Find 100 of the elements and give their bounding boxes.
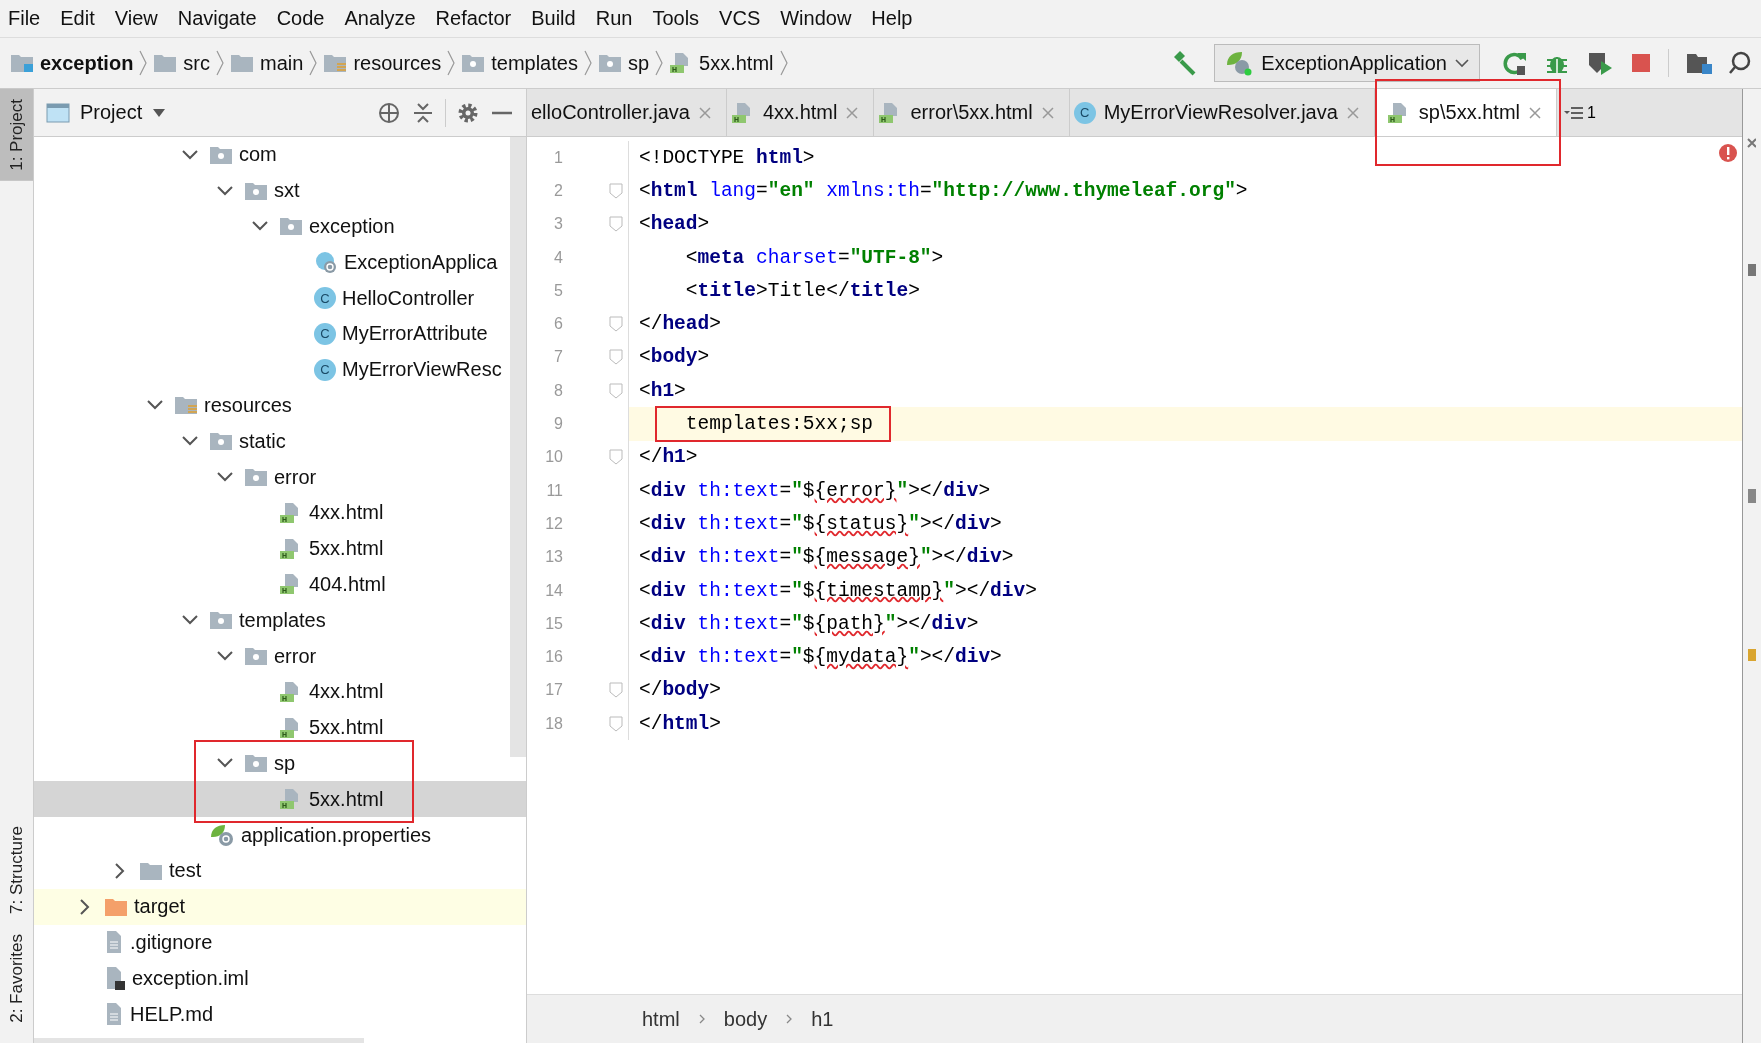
window-icon [46,102,70,123]
breadcrumb-item[interactable]: src [153,51,211,75]
menu-item[interactable]: Run [595,7,633,30]
breadcrumb-item[interactable]: h1 [811,1007,834,1031]
breadcrumb-item[interactable]: templates [461,51,578,75]
tree-item[interactable]: ExceptionApplica [34,244,509,281]
breadcrumb-item[interactable]: html [642,1007,680,1031]
editor-tab[interactable]: sp\5xx.html [1374,89,1557,136]
chevron-icon [138,49,149,77]
menu-item[interactable]: Refactor [435,7,512,30]
line-number: 2 [553,181,563,200]
tree-item[interactable]: exception.iml [34,960,509,997]
tree-item[interactable]: .gitignore [34,924,509,961]
package-folder-icon [209,431,233,452]
panel-title[interactable]: Project [80,101,143,124]
breadcrumb-item[interactable]: 5xx.html [669,51,774,75]
tree-item[interactable]: 5xx.html [34,709,509,746]
module-file-icon [104,966,126,991]
tree-item[interactable]: com [34,137,509,173]
tree-item[interactable]: 5xx.html [34,530,509,567]
package-folder-icon [244,180,268,201]
menu-item[interactable]: Navigate [177,7,257,30]
tree-item[interactable]: 404.html [34,566,509,603]
line-number: 14 [544,581,563,600]
tree-item[interactable]: target [34,888,526,925]
tree-item[interactable]: exception [34,208,509,245]
error-icon[interactable] [1718,143,1738,163]
code-line: <div th:text="${mydata}"></div> [638,646,1002,669]
rerun-icon[interactable] [1502,50,1528,76]
tool-window-button[interactable]: 2: Favorites [0,924,33,1033]
tree-item[interactable]: test [34,852,509,889]
tool-window-button[interactable]: 1: Project [0,89,33,181]
stop-icon[interactable] [1630,52,1652,74]
tree-item[interactable]: sp [34,745,509,782]
list-icon [1563,105,1585,120]
menu-item[interactable]: Edit [60,7,95,30]
chevron-icon [697,1013,706,1025]
scrollbar[interactable] [34,1038,364,1043]
tree-item[interactable]: HELP.md [34,996,509,1032]
fold-marker-icon[interactable] [608,715,624,732]
fold-marker-icon[interactable] [608,349,624,366]
text-file-icon [104,930,124,955]
menu-item[interactable]: Analyze [344,7,416,30]
class-icon: C [1073,101,1096,124]
menu-item[interactable]: View [114,7,158,30]
run-config-dropdown[interactable]: ExceptionApplication [1214,44,1480,82]
line-number: 7 [553,348,563,367]
code-line: <html lang="en" xmlns:th="http://www.thymeleaf.org"> [638,179,1248,202]
scrollbar[interactable] [510,137,526,757]
close-icon[interactable] [1528,105,1542,120]
menu-item[interactable]: Help [871,7,913,30]
line-number: 9 [553,415,563,433]
menu-item[interactable]: VCS [719,7,761,30]
folder-icon [139,860,163,881]
tree-item[interactable]: templates [34,602,509,639]
line-number: 6 [553,315,563,334]
collapse-all-icon[interactable] [411,100,435,125]
package-folder-icon [597,53,622,73]
code-line: <title>Title</title> [684,279,920,302]
fold-marker-icon[interactable] [608,682,624,699]
menu-item[interactable]: Tools [652,7,700,30]
coverage-icon[interactable] [1586,50,1614,76]
code-line: <div th:text="${timestamp}"></div> [638,579,1037,602]
breadcrumb-item[interactable]: resources [323,51,442,75]
line-number: 17 [544,681,563,700]
menu-item[interactable]: Window [780,7,852,30]
caret-icon[interactable] [152,107,167,118]
menu-item[interactable]: File [8,7,41,30]
breadcrumb-item[interactable]: sp [597,51,650,75]
menu-item[interactable]: Code [276,7,325,30]
tree-item[interactable]: C MyErrorAttribute [34,316,509,352]
breadcrumb-item[interactable]: main [230,51,304,75]
tree-item[interactable]: application.properties [34,817,509,853]
tree-item[interactable]: resources [34,387,509,424]
line-number: 18 [544,714,563,733]
fold-marker-icon[interactable] [608,182,624,199]
tree-item[interactable]: static [34,423,509,460]
tool-window-button[interactable]: 7: Structure [0,816,33,925]
tree-item[interactable]: sxt [34,172,509,209]
fold-marker-icon[interactable] [608,449,624,466]
code-line: <!DOCTYPE html> [638,146,815,169]
tree-item[interactable]: error [34,459,509,495]
leaf-gear-icon [209,823,235,848]
fold-marker-icon[interactable] [608,316,624,333]
tree-item[interactable]: 5xx.html [34,781,526,818]
line-number: 5 [553,281,563,300]
fold-marker-icon[interactable] [608,382,624,399]
line-number: 3 [553,215,563,234]
line-number: 16 [544,648,563,667]
breadcrumb-item[interactable]: exception [10,51,134,75]
crosshair-icon[interactable] [377,100,401,125]
tree-item[interactable]: error [34,638,509,674]
fold-marker-icon[interactable] [608,216,624,233]
tree-item[interactable]: 4xx.html [34,673,509,710]
tree-item[interactable]: C HelloController [34,280,509,316]
menu-item[interactable]: Build [531,7,576,30]
tree-item[interactable]: 4xx.html [34,494,509,531]
tree-item[interactable]: C MyErrorViewResc [34,351,509,388]
search-icon[interactable] [1729,50,1751,76]
breadcrumb-item[interactable]: body [723,1007,768,1031]
